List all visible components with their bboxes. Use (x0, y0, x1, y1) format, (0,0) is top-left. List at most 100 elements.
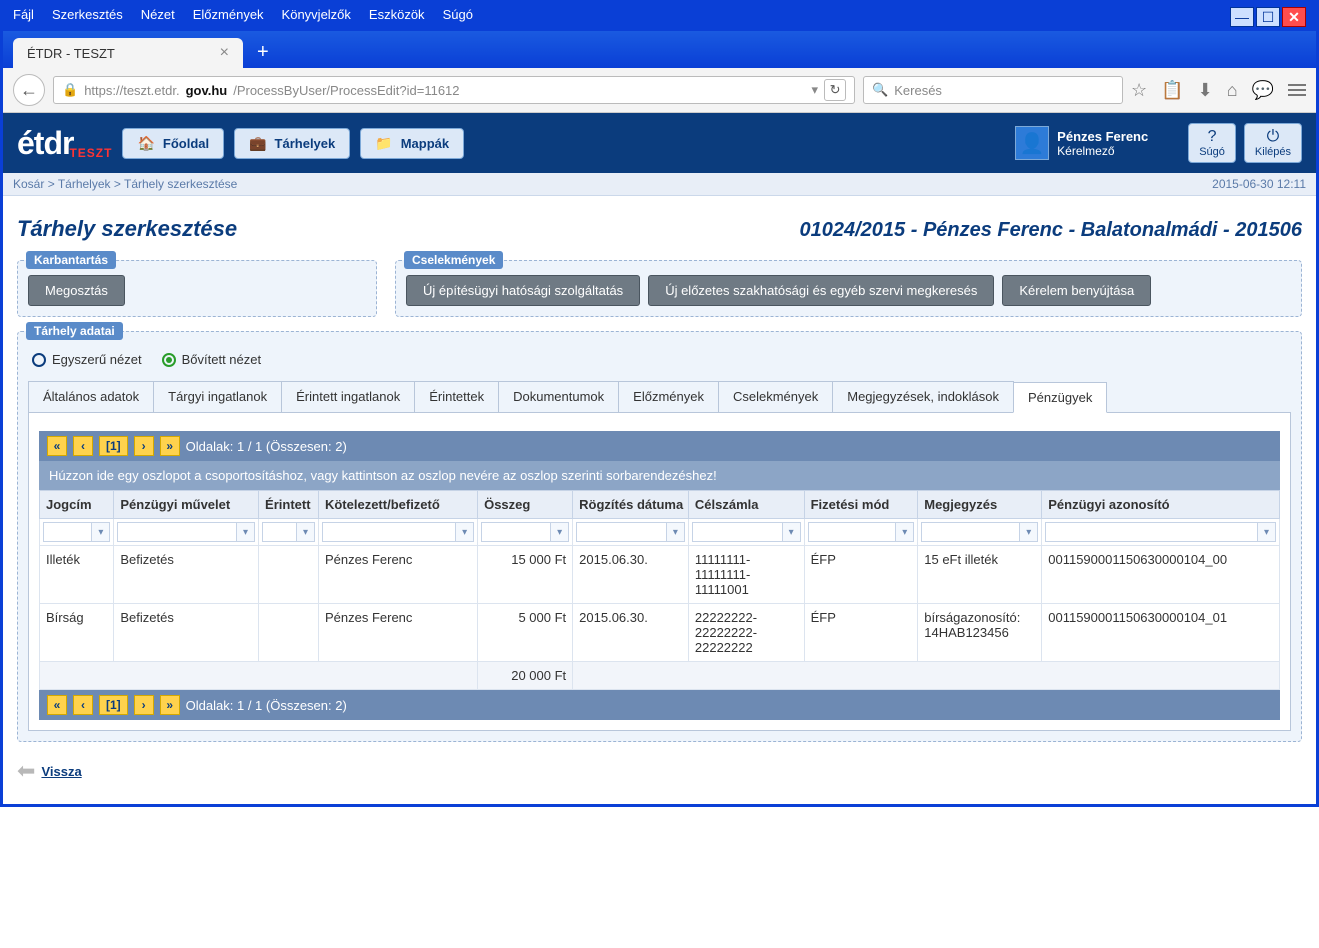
tab-actions[interactable]: Cselekmények (718, 381, 833, 412)
table-row[interactable]: Illeték Befizetés Pénzes Ferenc 15 000 F… (40, 546, 1280, 604)
tab-close-icon[interactable]: × (220, 44, 229, 62)
funnel-icon[interactable]: ▾ (297, 522, 315, 542)
nav-storage[interactable]: 💼Tárhelyek (234, 128, 350, 159)
browser-menubar[interactable]: Fájl Szerkesztés Nézet Előzmények Könyvj… (3, 3, 1316, 31)
bookmark-icon[interactable]: ☆ (1131, 80, 1147, 101)
col-megj[interactable]: Megjegyzés (918, 491, 1042, 519)
menu-file[interactable]: Fájl (13, 7, 34, 27)
pager-next[interactable]: › (134, 695, 154, 715)
address-bar[interactable]: 🔒 https://teszt.etdr.gov.hu/ProcessByUse… (53, 76, 855, 104)
pager-prev[interactable]: ‹ (73, 436, 93, 456)
chat-icon[interactable]: 💬 (1252, 80, 1274, 101)
col-azon[interactable]: Pénzügyi azonosító (1042, 491, 1280, 519)
home-icon[interactable]: ⌂ (1227, 80, 1238, 101)
filter-celsz[interactable] (692, 522, 783, 542)
tab-finances[interactable]: Pénzügyek (1013, 382, 1107, 413)
browser-tab[interactable]: ÉTDR - TESZT × (13, 38, 243, 68)
share-button[interactable]: Megosztás (28, 275, 125, 306)
filter-jogc[interactable] (43, 522, 92, 542)
filter-kot[interactable] (322, 522, 456, 542)
pager-next[interactable]: › (134, 436, 154, 456)
bc-item-1[interactable]: Tárhelyek (58, 177, 111, 191)
filter-erint[interactable] (262, 522, 297, 542)
window-maximize-button[interactable]: ☐ (1256, 7, 1280, 27)
user-role: Kérelmező (1057, 144, 1148, 158)
funnel-icon[interactable]: ▾ (667, 522, 685, 542)
pager-last[interactable]: » (160, 436, 180, 456)
col-jogc[interactable]: Jogcím (40, 491, 114, 519)
table-row[interactable]: Bírság Befizetés Pénzes Ferenc 5 000 Ft … (40, 604, 1280, 662)
dropdown-icon[interactable]: ▾ (812, 82, 819, 98)
window-close-button[interactable]: ✕ (1282, 7, 1306, 27)
funnel-icon[interactable]: ▾ (783, 522, 801, 542)
col-celsz[interactable]: Célszámla (688, 491, 804, 519)
tab-documents[interactable]: Dokumentumok (498, 381, 619, 412)
pager-last[interactable]: » (160, 695, 180, 715)
tab-notes[interactable]: Megjegyzések, indoklások (832, 381, 1014, 412)
menu-view[interactable]: Nézet (141, 7, 175, 27)
tab-affected-props[interactable]: Érintett ingatlanok (281, 381, 415, 412)
url-host: https://teszt.etdr. (84, 83, 179, 98)
window-minimize-button[interactable]: — (1230, 7, 1254, 27)
reload-button[interactable]: ↻ (824, 79, 846, 101)
pager-prev[interactable]: ‹ (73, 695, 93, 715)
menu-help[interactable]: Súgó (443, 7, 473, 27)
funnel-icon[interactable]: ▾ (92, 522, 110, 542)
menu-edit[interactable]: Szerkesztés (52, 7, 123, 27)
logout-button[interactable]: ⏻Kilépés (1244, 123, 1302, 163)
tab-subject-props[interactable]: Tárgyi ingatlanok (153, 381, 282, 412)
filter-azon[interactable] (1045, 522, 1258, 542)
filter-megj[interactable] (921, 522, 1020, 542)
filter-datum[interactable] (576, 522, 667, 542)
tab-affected[interactable]: Érintettek (414, 381, 499, 412)
nav-folders[interactable]: 📁Mappák (360, 128, 464, 159)
radio-simple[interactable]: Egyszerű nézet (32, 352, 142, 367)
user-name: Pénzes Ferenc (1057, 129, 1148, 144)
radio-icon (162, 353, 176, 367)
app-header: étdrTESZT 🏠Főoldal 💼Tárhelyek 📁Mappák 👤 … (3, 113, 1316, 173)
new-request-button[interactable]: Új előzetes szakhatósági és egyéb szervi… (648, 275, 994, 306)
legend-karbantartas: Karbantartás (26, 251, 116, 269)
filter-osszeg[interactable] (481, 522, 551, 542)
nav-home[interactable]: 🏠Főoldal (122, 128, 224, 159)
back-link[interactable]: Vissza (41, 764, 81, 779)
funnel-icon[interactable]: ▾ (237, 522, 255, 542)
help-button[interactable]: ?Súgó (1188, 123, 1236, 163)
col-fizm[interactable]: Fizetési mód (804, 491, 918, 519)
pager-first[interactable]: « (47, 436, 67, 456)
clipboard-icon[interactable]: 📋 (1161, 80, 1183, 101)
filter-muv[interactable] (117, 522, 237, 542)
funnel-icon[interactable]: ▾ (551, 522, 569, 542)
tab-general[interactable]: Általános adatok (28, 381, 154, 412)
funnel-icon[interactable]: ▾ (456, 522, 474, 542)
user-box[interactable]: 👤 Pénzes Ferenc Kérelmező (1015, 126, 1148, 160)
menu-bookmarks[interactable]: Könyvjelzők (282, 7, 351, 27)
col-erint[interactable]: Érintett (259, 491, 319, 519)
hamburger-menu[interactable] (1288, 84, 1306, 96)
back-button[interactable]: ← (13, 74, 45, 106)
col-muv[interactable]: Pénzügyi művelet (114, 491, 259, 519)
filter-fizm[interactable] (808, 522, 897, 542)
radio-extended[interactable]: Bővített nézet (162, 352, 262, 367)
download-icon[interactable]: ⬇ (1198, 80, 1213, 101)
funnel-icon[interactable]: ▾ (1258, 522, 1276, 542)
radio-icon (32, 353, 46, 367)
menu-tools[interactable]: Eszközök (369, 7, 425, 27)
tab-history[interactable]: Előzmények (618, 381, 719, 412)
funnel-icon[interactable]: ▾ (1020, 522, 1038, 542)
new-service-button[interactable]: Új építésügyi hatósági szolgáltatás (406, 275, 640, 306)
inner-tabs: Általános adatok Tárgyi ingatlanok Érint… (28, 381, 1291, 413)
col-osszeg[interactable]: Összeg (478, 491, 573, 519)
home-icon: 🏠 (137, 135, 154, 152)
funnel-icon[interactable]: ▾ (896, 522, 914, 542)
col-datum[interactable]: Rögzítés dátuma (573, 491, 689, 519)
menu-history[interactable]: Előzmények (193, 7, 264, 27)
folder-icon: 📁 (375, 135, 392, 152)
new-tab-button[interactable]: + (249, 37, 277, 68)
search-box[interactable]: 🔍 Keresés (863, 76, 1123, 104)
pager-first[interactable]: « (47, 695, 67, 715)
col-kot[interactable]: Kötelezett/befizető (318, 491, 477, 519)
bc-item-0[interactable]: Kosár (13, 177, 44, 191)
sum-row: 20 000 Ft (40, 662, 1280, 690)
submit-application-button[interactable]: Kérelem benyújtása (1002, 275, 1151, 306)
